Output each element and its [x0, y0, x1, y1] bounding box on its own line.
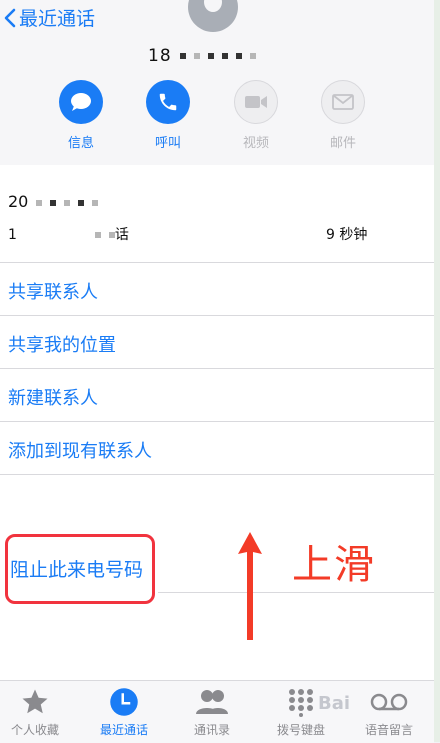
redaction-mark — [64, 199, 71, 206]
chevron-left-icon — [4, 8, 16, 27]
block-caller-button[interactable]: 阻止此来电号码 — [10, 555, 143, 582]
redaction-mark — [249, 53, 256, 59]
keypad-icon — [289, 689, 313, 717]
tab-recents[interactable]: 最近通话 — [84, 685, 164, 738]
message-action-button[interactable]: 信息 — [51, 80, 111, 151]
tab-favorites-label: 个人收藏 — [10, 723, 59, 737]
add-to-existing-contact-button[interactable]: 添加到现有联系人 — [8, 437, 152, 463]
share-contact-button[interactable]: 共享联系人 — [8, 278, 98, 304]
message-icon — [71, 93, 91, 111]
call-type-prefix: 1 — [8, 227, 17, 243]
redaction-mark — [94, 232, 101, 238]
divider — [0, 368, 434, 369]
divider — [0, 315, 434, 316]
watermark: Bai — [318, 693, 351, 714]
phone-number-prefix: 18 — [148, 46, 172, 66]
call-type-suffix: 话 — [114, 227, 129, 243]
mail-icon — [332, 94, 354, 110]
video-icon — [245, 96, 267, 108]
tab-bar: 个人收藏 最近通话 通讯录 拨号键盘 语音留言 Bai — [0, 680, 434, 743]
tab-voicemail-label: 语音留言 — [364, 723, 413, 737]
contact-header: 最近通话 18 信息 呼叫 视频 邮件 — [0, 0, 434, 165]
back-label: 最近通话 — [19, 8, 96, 30]
tab-contacts[interactable]: 通讯录 — [172, 685, 252, 738]
divider — [0, 421, 434, 422]
message-action-label: 信息 — [67, 136, 94, 151]
call-action-label: 呼叫 — [154, 136, 181, 151]
share-location-button[interactable]: 共享我的位置 — [8, 331, 116, 357]
phone-number: 18 — [148, 46, 256, 66]
phone-screen: 最近通话 18 信息 呼叫 视频 邮件 20 1 话 9 秒钟 共享联系人 共享… — [0, 0, 440, 743]
mail-action-button[interactable]: 邮件 — [313, 80, 373, 151]
avatar-silhouette-icon — [204, 0, 222, 12]
redaction-mark — [221, 53, 228, 59]
call-detail-row: 1 话 9 秒钟 — [8, 224, 428, 244]
divider — [158, 592, 434, 593]
call-date: 20 — [8, 192, 99, 211]
redaction-mark — [179, 53, 186, 59]
star-icon — [22, 689, 48, 714]
swipe-up-annotation: 上滑 — [292, 542, 376, 588]
divider — [0, 474, 434, 475]
arrow-up-icon — [238, 532, 262, 640]
redaction-mark — [92, 199, 99, 206]
call-date-prefix: 20 — [8, 192, 29, 211]
tab-recents-label: 最近通话 — [99, 723, 148, 737]
phone-icon — [159, 93, 177, 111]
tab-keypad-label: 拨号键盘 — [276, 723, 325, 737]
call-action-button[interactable]: 呼叫 — [138, 80, 198, 151]
mail-action-label: 邮件 — [329, 136, 356, 151]
voicemail-icon — [370, 693, 408, 711]
redaction-mark — [207, 53, 214, 59]
redaction-mark — [50, 199, 57, 206]
divider — [0, 262, 434, 263]
redaction-mark — [235, 53, 242, 59]
contact-avatar — [188, 0, 238, 32]
clock-icon — [110, 688, 138, 716]
contacts-icon — [196, 690, 228, 714]
back-button[interactable]: 最近通话 — [4, 4, 95, 31]
tab-voicemail[interactable]: 语音留言 — [349, 685, 429, 738]
video-action-label: 视频 — [242, 136, 269, 151]
video-action-button[interactable]: 视频 — [226, 80, 286, 151]
call-duration: 9 秒钟 — [326, 227, 368, 243]
redaction-mark — [36, 199, 43, 206]
redaction-mark — [193, 53, 200, 59]
new-contact-button[interactable]: 新建联系人 — [8, 384, 98, 410]
tab-favorites[interactable]: 个人收藏 — [0, 685, 75, 738]
redaction-mark — [78, 199, 85, 206]
tab-contacts-label: 通讯录 — [193, 723, 230, 737]
